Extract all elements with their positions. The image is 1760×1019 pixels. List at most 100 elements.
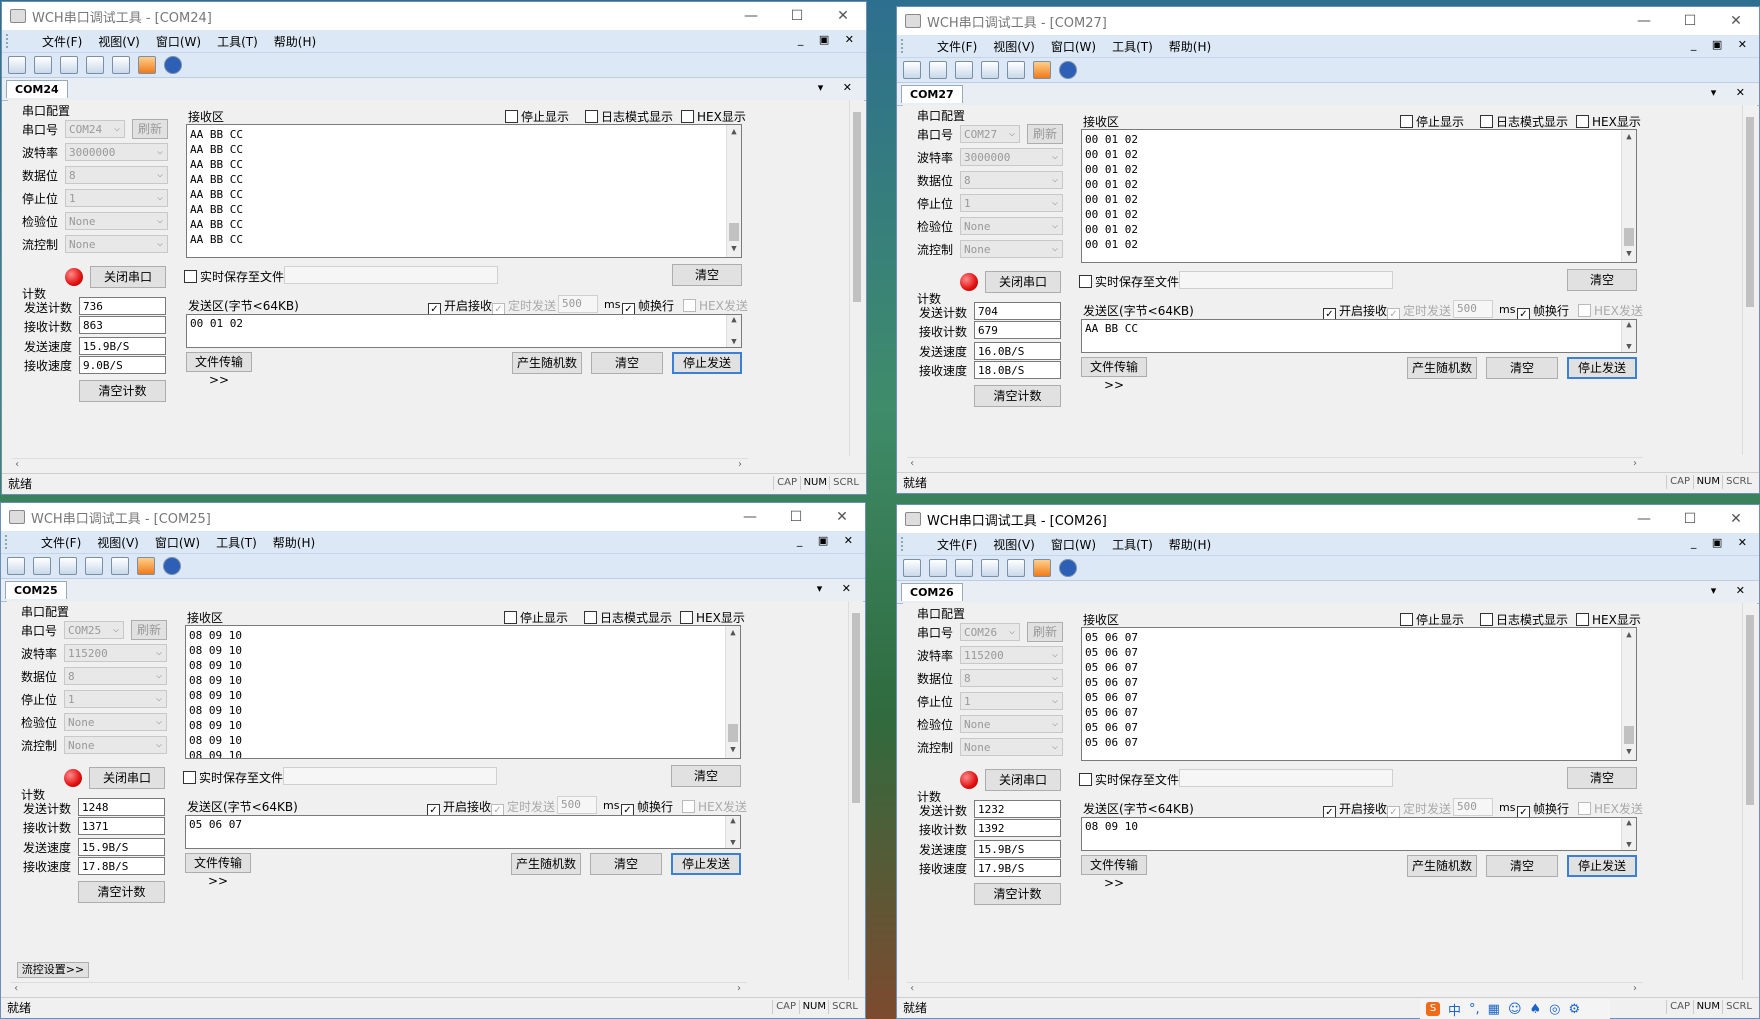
maximize-icon[interactable]: ☐ [1667, 505, 1713, 533]
baud-select[interactable]: 115200 [960, 646, 1063, 664]
clear-receive-button[interactable]: 清空 [1567, 269, 1637, 291]
stop-send-button[interactable]: 停止发送 [671, 853, 741, 875]
settings-icon[interactable]: ⚙ [1569, 1002, 1581, 1017]
outer-scrollbar[interactable] [848, 601, 863, 980]
clear-count-button[interactable]: 清空计数 [974, 883, 1061, 905]
app-window[interactable]: WCH串口调试工具 - [COM25] — ☐ ✕ 文件(F) 视图(V) 窗口… [0, 502, 866, 1019]
menu-view[interactable]: 视图(V) [90, 33, 148, 50]
horizontal-scrollbar[interactable]: ‹ › [12, 458, 748, 473]
refresh-button[interactable]: 刷新 [1027, 622, 1063, 642]
maximize-icon[interactable]: ☐ [774, 2, 820, 30]
tab-port[interactable]: COM24 [6, 80, 68, 98]
file-transfer-button[interactable]: 文件传输>> [185, 853, 251, 888]
hex-display-checkbox[interactable]: HEX显示 [681, 108, 746, 125]
sogou-icon[interactable]: S [1426, 1002, 1440, 1016]
receive-area[interactable]: 05 06 07 05 06 07 05 06 07 05 06 07 05 06 07… [1081, 627, 1637, 761]
tab-port[interactable]: COM25 [5, 581, 67, 599]
close-port-button[interactable]: 关闭串口 [985, 769, 1061, 791]
new-port-icon[interactable] [903, 61, 921, 79]
tile-horizontal-icon[interactable] [929, 559, 947, 577]
parity-select[interactable]: None [64, 713, 167, 731]
minimize-icon[interactable]: — [728, 2, 774, 30]
receive-scrollbar[interactable]: ▲ ▼ [725, 626, 740, 758]
stop-send-button[interactable]: 停止发送 [672, 352, 742, 374]
clear-send-button[interactable]: 清空 [591, 352, 663, 374]
hex-send-checkbox[interactable]: HEX发送 [683, 297, 748, 314]
send-input[interactable]: 05 06 07 ▲ ▼ [185, 815, 741, 849]
clear-count-button[interactable]: 清空计数 [78, 881, 165, 903]
receive-scrollbar[interactable]: ▲ ▼ [1621, 628, 1636, 760]
horizontal-scrollbar[interactable]: ‹ › [907, 982, 1643, 997]
mdi-controls[interactable]: _ ▣ ✕ [1691, 536, 1753, 549]
new-port-icon[interactable] [8, 56, 26, 74]
menu-help[interactable]: 帮助(H) [1161, 38, 1219, 55]
refresh-button[interactable]: 刷新 [132, 119, 168, 139]
menu-file[interactable]: 文件(F) [33, 534, 89, 551]
random-button[interactable]: 产生随机数 [1407, 357, 1477, 379]
title-bar[interactable]: WCH串口调试工具 - [COM24] — ☐ ✕ [2, 2, 866, 30]
receive-scrollbar[interactable]: ▲ ▼ [726, 125, 741, 257]
menu-help[interactable]: 帮助(H) [265, 534, 323, 551]
receive-area[interactable]: AA BB CC AA BB CC AA BB CC AA BB CC AA BB CC… [186, 124, 742, 258]
save-file-checkbox[interactable]: 实时保存至文件 [183, 769, 283, 786]
tab-controls[interactable]: ▾ ✕ [818, 81, 860, 94]
random-button[interactable]: 产生随机数 [511, 853, 581, 875]
flow-select[interactable]: None [960, 240, 1063, 258]
voice-icon[interactable]: ◎ [1549, 1002, 1560, 1017]
send-scrollbar[interactable]: ▲ ▼ [1621, 320, 1636, 352]
save-path-field[interactable] [283, 767, 497, 785]
calculator-icon[interactable] [981, 61, 999, 79]
menu-help[interactable]: 帮助(H) [1161, 536, 1219, 553]
baud-select[interactable]: 3000000 [960, 148, 1063, 166]
interval-field[interactable]: 500 [558, 295, 598, 313]
stop-bits-select[interactable]: 1 [64, 690, 167, 708]
hex-send-checkbox[interactable]: HEX发送 [682, 798, 747, 815]
upload-icon[interactable] [137, 557, 155, 575]
outer-scrollbar[interactable] [1742, 603, 1757, 980]
skin-icon[interactable]: ♠ [1530, 1002, 1542, 1017]
upload-icon[interactable] [1033, 61, 1051, 79]
menu-file[interactable]: 文件(F) [929, 38, 985, 55]
send-input[interactable]: AA BB CC ▲ ▼ [1081, 319, 1637, 353]
file-transfer-button[interactable]: 文件传输>> [186, 352, 252, 387]
data-bits-select[interactable]: 8 [65, 166, 168, 184]
grip-icon[interactable] [901, 537, 907, 551]
log-mode-checkbox[interactable]: 日志模式显示 [584, 609, 672, 626]
port-select[interactable]: COM24 [65, 120, 125, 138]
title-bar[interactable]: WCH串口调试工具 - [COM27] — ☐ ✕ [897, 7, 1759, 35]
ime-item[interactable]: °, [1469, 1002, 1480, 1017]
ime-item[interactable]: 中 [1448, 1000, 1461, 1019]
file-transfer-button[interactable]: 文件传输>> [1081, 357, 1147, 392]
hex-display-checkbox[interactable]: HEX显示 [1576, 113, 1641, 130]
menu-window[interactable]: 窗口(W) [148, 33, 209, 50]
menu-view[interactable]: 视图(V) [985, 38, 1043, 55]
windows-icon[interactable] [1007, 559, 1025, 577]
hex-send-checkbox[interactable]: HEX发送 [1578, 302, 1643, 319]
menu-tools[interactable]: 工具(T) [208, 534, 265, 551]
send-input[interactable]: 00 01 02 ▲ ▼ [186, 314, 742, 348]
tile-vertical-icon[interactable] [60, 56, 78, 74]
refresh-button[interactable]: 刷新 [1027, 124, 1063, 144]
tile-horizontal-icon[interactable] [33, 557, 51, 575]
stop-display-checkbox[interactable]: 停止显示 [504, 609, 568, 626]
menu-tools[interactable]: 工具(T) [209, 33, 266, 50]
clear-send-button[interactable]: 清空 [1486, 357, 1558, 379]
baud-select[interactable]: 115200 [64, 644, 167, 662]
flow-select[interactable]: None [960, 738, 1063, 756]
tile-vertical-icon[interactable] [59, 557, 77, 575]
calculator-icon[interactable] [85, 557, 103, 575]
help-icon[interactable] [1059, 61, 1077, 79]
receive-area[interactable]: 08 09 10 08 09 10 08 09 10 08 09 10 08 09 10… [185, 625, 741, 759]
parity-select[interactable]: None [960, 217, 1063, 235]
minimize-icon[interactable]: — [727, 503, 773, 531]
app-window[interactable]: WCH串口调试工具 - [COM27] — ☐ ✕ 文件(F) 视图(V) 窗口… [896, 6, 1760, 494]
close-port-button[interactable]: 关闭串口 [985, 271, 1061, 293]
receive-scrollbar[interactable]: ▲ ▼ [1621, 130, 1636, 262]
port-select[interactable]: COM27 [960, 125, 1020, 143]
windows-icon[interactable] [112, 56, 130, 74]
emoji-icon[interactable]: ☺ [1508, 1002, 1522, 1017]
stop-send-button[interactable]: 停止发送 [1567, 855, 1637, 877]
port-select[interactable]: COM26 [960, 623, 1020, 641]
horizontal-scrollbar[interactable]: ‹ › [11, 982, 747, 997]
new-port-icon[interactable] [7, 557, 25, 575]
